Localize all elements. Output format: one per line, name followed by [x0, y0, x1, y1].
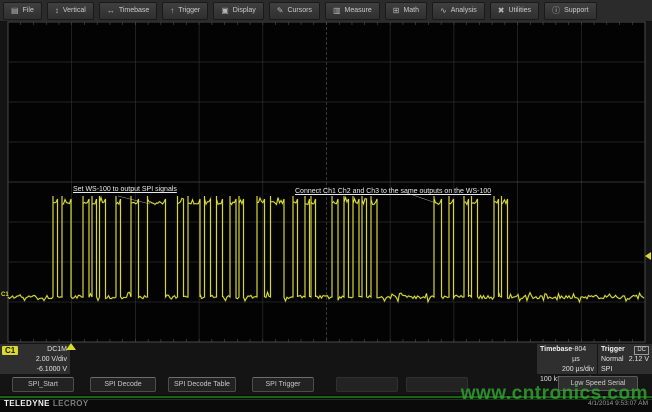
timebase-title: Timebase — [540, 345, 572, 365]
brand-logo: TELEDYNELECROY — [4, 399, 89, 408]
timebase-descriptor[interactable]: Timebase -804 µs 200 µs/div 100 kS 50 MS… — [537, 344, 597, 374]
status-bar: TELEDYNELECROY 4/1/2014 9:53:07 AM — [0, 395, 652, 412]
channel-offset: -6.1000 V — [37, 365, 67, 375]
channel-coupling: DC1M — [47, 345, 67, 355]
toolbar-button-spi-decode-table[interactable]: SPI Decode Table — [168, 377, 236, 392]
trigger-level-marker[interactable] — [645, 252, 651, 260]
trigger-time-marker[interactable] — [66, 343, 76, 350]
annotation-note-1: Set WS-100 to output SPI signals — [73, 186, 177, 194]
trigger-coupling-badge: DC — [634, 346, 649, 355]
toolbar-slot-empty — [406, 377, 468, 392]
channel-label-tab: C1 — [2, 346, 18, 355]
brand-teledyne: TELEDYNE — [4, 399, 50, 408]
channel-descriptor-c1[interactable]: C1 DC1M 2.00 V/div -6.1000 V — [0, 344, 70, 374]
low-speed-serial-button[interactable]: Low Speed Serial — [558, 376, 638, 391]
toolbar-slot-empty — [336, 377, 398, 392]
brand-lecroy: LECROY — [53, 399, 89, 408]
timebase-delay: -804 µs — [572, 345, 594, 365]
toolbar-button-spi-start[interactable]: SPI_Start — [12, 377, 74, 392]
trigger-level: 2.12 V — [629, 355, 649, 365]
toolbar-button-spi-decode[interactable]: SPI Decode — [90, 377, 156, 392]
annotation-note-2: Connect Ch1 Ch2 and Ch3 to the same outp… — [295, 188, 491, 196]
trigger-type: SPI — [601, 365, 612, 375]
trigger-mode: Normal — [601, 355, 624, 365]
trigger-title: Trigger — [601, 345, 625, 355]
trigger-descriptor[interactable]: Trigger DC Normal 2.12 V SPI — [598, 344, 652, 374]
channel-scale: 2.00 V/div — [36, 355, 67, 365]
channel-zero-marker[interactable]: C1 — [1, 292, 9, 298]
timebase-scale: 200 µs/div — [562, 365, 594, 375]
clock-datetime: 4/1/2014 9:53:07 AM — [588, 400, 648, 407]
oscilloscope-screen: ▤File↕Vertical↔Timebase↑Trigger▣Display✎… — [0, 0, 652, 412]
toolbar-button-spi-trigger[interactable]: SPI Trigger — [252, 377, 314, 392]
